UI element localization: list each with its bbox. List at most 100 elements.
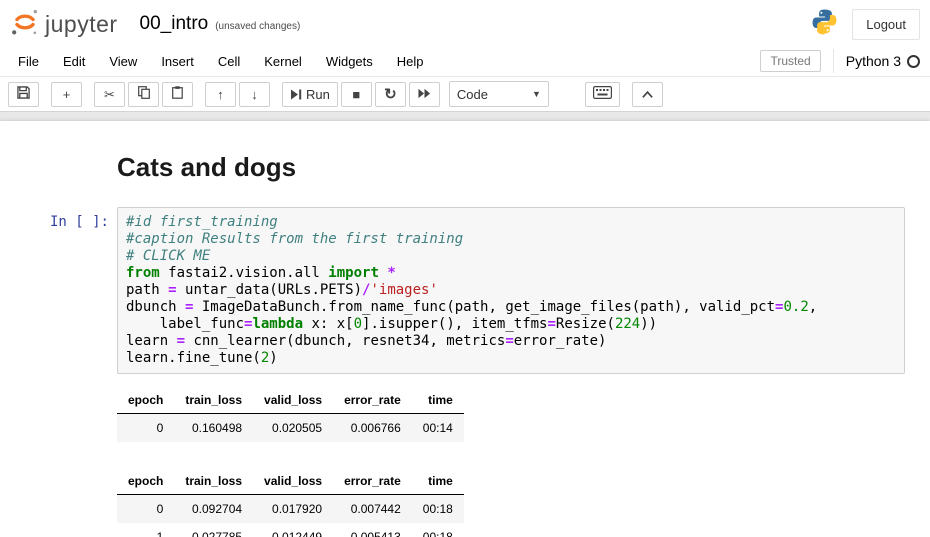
table-row: 00.0927040.0179200.00744200:18	[117, 495, 464, 524]
table-cell: 0.020505	[253, 414, 333, 443]
column-header: epoch	[117, 387, 174, 414]
insert-cell-button[interactable]: +	[51, 82, 82, 107]
menu-cell[interactable]: Cell	[206, 48, 252, 75]
markdown-cell[interactable]: Cats and dogs	[0, 139, 930, 202]
output-cell: epochtrain_lossvalid_losserror_ratetime0…	[0, 379, 930, 460]
column-header: valid_loss	[253, 387, 333, 414]
collapse-header-button[interactable]	[632, 82, 663, 107]
code-editor[interactable]: #id first_training#caption Results from …	[117, 207, 905, 374]
restart-icon: ↻	[384, 87, 397, 102]
menu-kernel[interactable]: Kernel	[252, 48, 314, 75]
notebook-container: Cats and dogs In [ ]: #id first_training…	[0, 121, 930, 537]
table-row: 00.1604980.0205050.00676600:14	[117, 414, 464, 443]
save-button[interactable]	[8, 82, 39, 107]
menu-file[interactable]: File	[6, 48, 51, 75]
scissors-icon: ✂	[104, 88, 115, 101]
table-row: 10.0277850.0124490.00541300:18	[117, 523, 464, 537]
header-right: Logout	[811, 8, 920, 40]
jupyter-logo-text: jupyter	[45, 11, 118, 38]
restart-kernel-button[interactable]: ↻	[375, 82, 406, 107]
table-cell: 0.007442	[333, 495, 412, 524]
menu-widgets[interactable]: Widgets	[314, 48, 385, 75]
output-prompt	[5, 381, 117, 458]
table-cell: 00:18	[412, 523, 464, 537]
menubar-right: Trusted Python 3	[760, 49, 924, 73]
table-cell: 0.005413	[333, 523, 412, 537]
menu-help[interactable]: Help	[385, 48, 436, 75]
menu-edit[interactable]: Edit	[51, 48, 97, 75]
notebook-title[interactable]: 00_intro	[140, 13, 209, 35]
move-cell-up-button[interactable]: ↑	[205, 82, 236, 107]
keyboard-icon	[593, 86, 612, 102]
cut-cell-button[interactable]: ✂	[94, 82, 125, 107]
menu-insert[interactable]: Insert	[149, 48, 206, 75]
trusted-badge[interactable]: Trusted	[760, 50, 820, 72]
run-icon	[290, 89, 302, 100]
column-header: train_loss	[174, 387, 253, 414]
input-prompt: In [ ]:	[5, 207, 117, 374]
run-cell-button[interactable]: Run	[282, 82, 338, 107]
fast-forward-icon	[418, 87, 431, 102]
copy-cell-button[interactable]	[128, 82, 159, 107]
toolbar: + ✂ ↑ ↓ Run ■ ↻ Code ▼	[0, 77, 930, 112]
code-line: #id first_training	[126, 214, 896, 231]
menubar: FileEditViewInsertCellKernelWidgetsHelp …	[0, 46, 930, 77]
code-line: learn = cnn_learner(dbunch, resnet34, me…	[126, 333, 896, 350]
jupyter-logo[interactable]: jupyter	[10, 7, 118, 42]
column-header: error_rate	[333, 387, 412, 414]
code-line: # CLICK ME	[126, 248, 896, 265]
code-line: #caption Results from the first training	[126, 231, 896, 248]
notebook-site: Cats and dogs In [ ]: #id first_training…	[0, 112, 930, 536]
restart-run-all-button[interactable]	[409, 82, 440, 107]
training-results-table: epochtrain_lossvalid_losserror_ratetime0…	[117, 468, 464, 537]
run-label: Run	[306, 87, 330, 102]
markdown-heading: Cats and dogs	[117, 152, 905, 183]
markdown-prompt	[5, 144, 117, 197]
move-cell-down-button[interactable]: ↓	[239, 82, 270, 107]
table-cell: 0.027785	[174, 523, 253, 537]
code-input-wrapper: #id first_training#caption Results from …	[117, 207, 905, 374]
cell-type-value: Code	[457, 87, 488, 102]
save-icon	[17, 86, 30, 102]
menu-items: FileEditViewInsertCellKernelWidgetsHelp	[6, 48, 436, 75]
output-cell: epochtrain_lossvalid_losserror_ratetime0…	[0, 460, 930, 537]
kernel-name: Python 3	[846, 53, 901, 69]
menu-view[interactable]: View	[97, 48, 149, 75]
autosave-status: (unsaved changes)	[215, 21, 300, 32]
app-header: jupyter 00_intro (unsaved changes) Logou…	[0, 0, 930, 46]
table-cell: 0.012449	[253, 523, 333, 537]
column-header: epoch	[117, 468, 174, 495]
table-cell: 0.017920	[253, 495, 333, 524]
column-header: valid_loss	[253, 468, 333, 495]
paste-cell-button[interactable]	[162, 82, 193, 107]
code-line: label_func=lambda x: x[0].isupper(), ite…	[126, 316, 896, 333]
logout-button[interactable]: Logout	[852, 9, 920, 40]
code-cell[interactable]: In [ ]: #id first_training#caption Resul…	[0, 202, 930, 379]
code-line: from fastai2.vision.all import *	[126, 265, 896, 282]
kernel-indicator: Python 3	[833, 49, 924, 73]
python-logo-icon	[811, 8, 838, 40]
column-header: time	[412, 468, 464, 495]
kernel-idle-icon	[907, 55, 920, 68]
code-line: path = untar_data(URLs.PETS)/'images'	[126, 282, 896, 299]
output-area-1: epochtrain_lossvalid_losserror_ratetime0…	[117, 381, 905, 458]
table-cell: 00:18	[412, 495, 464, 524]
copy-icon	[138, 86, 150, 102]
markdown-content: Cats and dogs	[117, 144, 905, 197]
code-line: dbunch = ImageDataBunch.from_name_func(p…	[126, 299, 896, 316]
cell-type-select[interactable]: Code ▼	[449, 81, 549, 107]
command-palette-button[interactable]	[585, 82, 620, 107]
training-results-table: epochtrain_lossvalid_losserror_ratetime0…	[117, 387, 464, 442]
table-cell: 0.006766	[333, 414, 412, 443]
column-header: time	[412, 387, 464, 414]
code-line: learn.fine_tune(2)	[126, 350, 896, 367]
interrupt-kernel-button[interactable]: ■	[341, 82, 372, 107]
stop-icon: ■	[352, 88, 360, 101]
column-header: error_rate	[333, 468, 412, 495]
chevron-up-icon	[641, 87, 654, 102]
table-cell: 1	[117, 523, 174, 537]
chevron-down-icon: ▼	[532, 89, 541, 99]
table-cell: 00:14	[412, 414, 464, 443]
table-cell: 0.092704	[174, 495, 253, 524]
arrow-up-icon: ↑	[217, 88, 224, 101]
